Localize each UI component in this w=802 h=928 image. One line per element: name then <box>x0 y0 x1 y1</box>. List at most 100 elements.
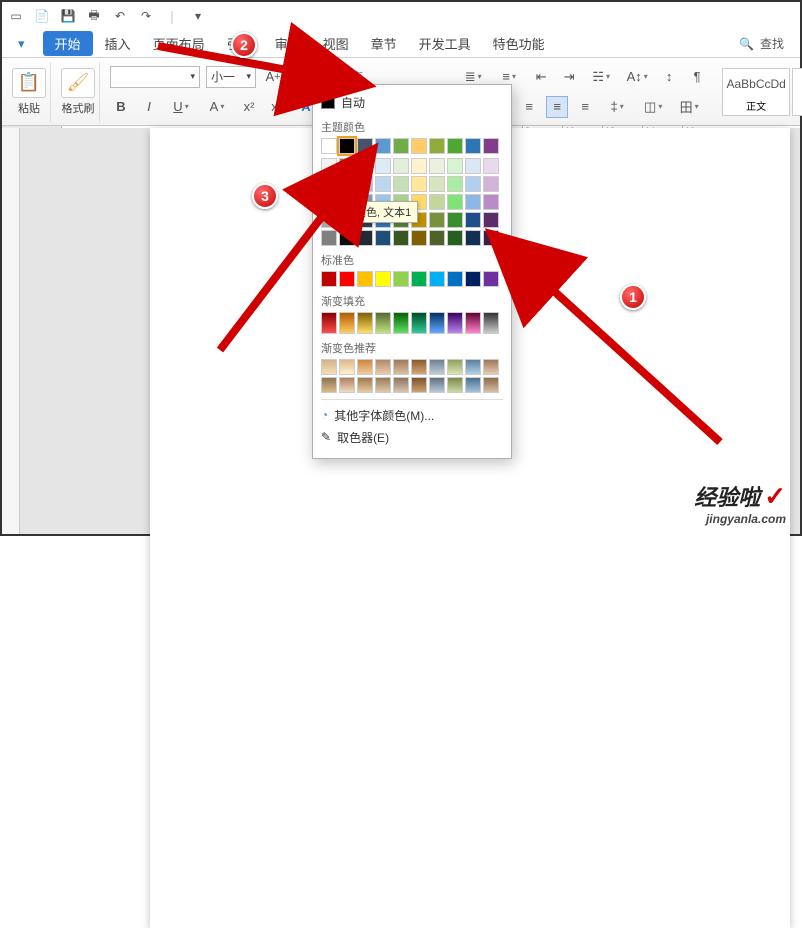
shading-button[interactable]: ◫▾ <box>638 96 668 118</box>
color-swatch[interactable] <box>429 212 445 228</box>
color-swatch[interactable] <box>411 158 427 174</box>
tab-insert[interactable]: 插入 <box>95 31 141 56</box>
color-swatch[interactable] <box>339 138 355 154</box>
align-text-button[interactable]: A↕▾ <box>622 66 652 88</box>
search-label[interactable]: 查找 <box>760 35 784 52</box>
gradient-swatch[interactable] <box>483 377 499 393</box>
format-painter-button[interactable]: 🖌 <box>61 68 95 98</box>
gradient-swatch[interactable] <box>429 359 445 375</box>
color-swatch[interactable] <box>429 158 445 174</box>
gradient-swatch[interactable] <box>321 377 337 393</box>
color-swatch[interactable] <box>357 176 373 192</box>
gradient-swatch[interactable] <box>321 312 337 334</box>
tab-dev-tools[interactable]: 开发工具 <box>409 31 481 56</box>
auto-color-item[interactable]: 自动 <box>321 91 503 113</box>
gradient-swatch[interactable] <box>339 312 355 334</box>
vertical-ruler[interactable] <box>2 128 20 534</box>
color-swatch[interactable] <box>321 194 337 210</box>
color-swatch[interactable] <box>321 230 337 246</box>
color-swatch[interactable] <box>483 176 499 192</box>
undo-icon[interactable]: ↶ <box>112 8 128 24</box>
gradient-swatch[interactable] <box>339 359 355 375</box>
color-swatch[interactable] <box>339 230 355 246</box>
sort-button[interactable]: ↕ <box>658 66 680 88</box>
color-swatch[interactable] <box>447 230 463 246</box>
gradient-swatch[interactable] <box>411 312 427 334</box>
color-swatch[interactable] <box>393 230 409 246</box>
color-swatch[interactable] <box>411 230 427 246</box>
color-swatch[interactable] <box>375 230 391 246</box>
tab-sections[interactable]: 章节 <box>361 31 407 56</box>
color-swatch[interactable] <box>483 158 499 174</box>
shrink-font-button[interactable]: A- <box>290 66 312 88</box>
color-swatch[interactable] <box>357 271 373 287</box>
color-swatch[interactable] <box>447 176 463 192</box>
color-swatch[interactable] <box>357 230 373 246</box>
color-swatch[interactable] <box>465 230 481 246</box>
tab-special[interactable]: 特色功能 <box>483 31 555 56</box>
line-spacing-button[interactable]: ‡▾ <box>602 96 632 118</box>
color-swatch[interactable] <box>375 158 391 174</box>
gradient-swatch[interactable] <box>375 377 391 393</box>
gradient-swatch[interactable] <box>447 377 463 393</box>
color-swatch[interactable] <box>375 271 391 287</box>
distributed-button[interactable]: ≡ <box>574 96 596 118</box>
color-swatch[interactable] <box>339 271 355 287</box>
color-swatch[interactable] <box>321 138 337 154</box>
tab-view[interactable]: 视图 <box>313 31 359 56</box>
gradient-swatch[interactable] <box>411 359 427 375</box>
tab-page-layout[interactable]: 页面布局 <box>143 31 215 56</box>
color-swatch[interactable] <box>483 271 499 287</box>
italic-button[interactable]: I <box>138 96 160 118</box>
style-heading1[interactable]: AaBb 标题 1 <box>792 68 802 116</box>
color-swatch[interactable] <box>321 176 337 192</box>
color-swatch[interactable] <box>447 158 463 174</box>
decrease-indent-button[interactable]: ⇤ <box>530 66 552 88</box>
color-swatch[interactable] <box>447 194 463 210</box>
color-swatch[interactable] <box>465 212 481 228</box>
eyedropper-item[interactable]: ✎ 取色器(E) <box>321 426 503 448</box>
color-swatch[interactable] <box>321 158 337 174</box>
gradient-swatch[interactable] <box>375 312 391 334</box>
color-swatch[interactable] <box>483 230 499 246</box>
gradient-swatch[interactable] <box>483 312 499 334</box>
increase-indent-button[interactable]: ⇥ <box>558 66 580 88</box>
color-swatch[interactable] <box>357 158 373 174</box>
color-swatch[interactable] <box>465 176 481 192</box>
color-swatch[interactable] <box>357 138 373 154</box>
selected-text[interactable]: 长 <box>508 248 538 278</box>
gradient-swatch[interactable] <box>465 312 481 334</box>
color-swatch[interactable] <box>483 212 499 228</box>
print-icon[interactable]: 🖶 <box>86 8 102 24</box>
color-swatch[interactable] <box>321 212 337 228</box>
color-swatch[interactable] <box>411 176 427 192</box>
gradient-swatch[interactable] <box>465 359 481 375</box>
color-swatch[interactable] <box>429 194 445 210</box>
gradient-swatch[interactable] <box>483 359 499 375</box>
color-swatch[interactable] <box>483 194 499 210</box>
superscript-button[interactable]: x² <box>238 96 260 118</box>
grow-font-button[interactable]: A+ <box>262 66 284 88</box>
strikethrough-button[interactable]: A▾ <box>202 96 232 118</box>
more-colors-item[interactable]: ◔ 其他字体颜色(M)... <box>321 404 503 426</box>
show-marks-button[interactable]: ¶ <box>686 66 708 88</box>
text-direction-button[interactable]: ☵▾ <box>586 66 616 88</box>
gradient-swatch[interactable] <box>447 312 463 334</box>
color-swatch[interactable] <box>393 158 409 174</box>
color-swatch[interactable] <box>411 271 427 287</box>
color-swatch[interactable] <box>483 138 499 154</box>
color-swatch[interactable] <box>429 138 445 154</box>
search-icon[interactable]: 🔍 <box>739 37 754 51</box>
align-justify-button[interactable]: ≡ <box>546 96 568 118</box>
redo-icon[interactable]: ↷ <box>138 8 154 24</box>
new-icon[interactable]: ▭ <box>8 8 24 24</box>
color-swatch[interactable] <box>411 138 427 154</box>
tab-start[interactable]: 开始 <box>43 31 93 56</box>
color-swatch[interactable] <box>375 138 391 154</box>
save-icon[interactable]: 💾 <box>60 8 76 24</box>
gradient-swatch[interactable] <box>465 377 481 393</box>
color-swatch[interactable] <box>339 158 355 174</box>
color-swatch[interactable] <box>393 138 409 154</box>
align-right-button[interactable]: ≡ <box>518 96 540 118</box>
color-swatch[interactable] <box>465 158 481 174</box>
